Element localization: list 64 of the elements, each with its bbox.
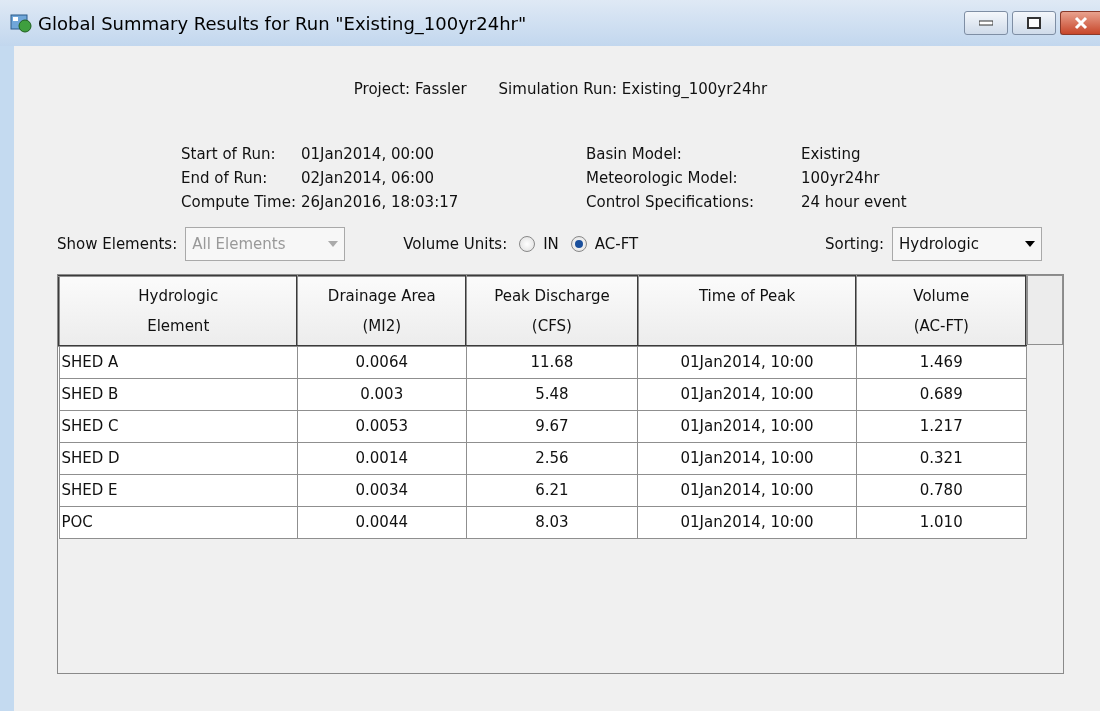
maximize-button[interactable] (1012, 11, 1056, 35)
table-cell: 01Jan2014, 10:00 (637, 506, 857, 538)
field-value: 100yr24hr (801, 168, 881, 189)
table-cell: 5.48 (466, 378, 638, 410)
table-cell: 01Jan2014, 10:00 (637, 474, 857, 506)
column-header[interactable]: Hydrologic Element (59, 276, 298, 346)
table-cell: 0.321 (856, 442, 1027, 474)
column-header[interactable]: Peak Discharge (CFS) (466, 276, 638, 346)
table-cell: 1.010 (856, 506, 1027, 538)
caret-icon (1025, 241, 1035, 247)
table-cell: SHED C (59, 410, 298, 442)
table-cell: 9.67 (466, 410, 638, 442)
field-label: Control Specifications: (586, 192, 756, 213)
header-field: Project: Fassler (353, 78, 467, 114)
table-cell: 0.0053 (297, 410, 467, 442)
field-value: 26Jan2016, 18:03:17 (301, 192, 460, 213)
app-icon (10, 13, 32, 33)
table-cell: 0.0044 (297, 506, 467, 538)
close-button[interactable] (1060, 11, 1100, 35)
caret-icon (328, 241, 339, 247)
table-cell: 1.469 (856, 346, 1027, 378)
table-cell: 1.217 (856, 410, 1027, 442)
table-cell: 0.0014 (297, 442, 467, 474)
table-cell: 0.0064 (297, 346, 467, 378)
column-header[interactable]: Drainage Area (MI2) (297, 276, 467, 346)
field-label: Basin Model: (586, 144, 683, 165)
field-label: Sorting: (825, 233, 884, 255)
minimize-icon (979, 20, 993, 26)
field-label: Compute Time: (181, 192, 297, 213)
table-cell: POC (59, 506, 298, 538)
column-header[interactable]: Time of Peak (637, 276, 857, 346)
table-cell: SHED E (59, 474, 298, 506)
field-value: 02Jan2014, 06:00 (301, 168, 436, 189)
table-cell: 6.21 (466, 474, 638, 506)
table-cell: 0.003 (297, 378, 467, 410)
table-cell: 01Jan2014, 10:00 (637, 378, 857, 410)
column-header[interactable]: Volume (AC-FT) (856, 276, 1027, 346)
table-cell: SHED D (59, 442, 298, 474)
close-icon (1073, 16, 1088, 30)
header-field: Simulation Run: Existing_100yr24hr (498, 78, 768, 114)
field-label: Meteorologic Model: (586, 168, 739, 189)
table-cell: 01Jan2014, 10:00 (637, 442, 857, 474)
field-label: End of Run: (181, 168, 269, 189)
field-label: Volume Units: (403, 233, 508, 255)
field-label: Show Elements: (57, 233, 178, 255)
table-cell: SHED B (59, 378, 298, 410)
table-cell: 11.68 (466, 346, 638, 378)
window-title: Global Summary Results for Run "Existing_100yr24hr" (38, 11, 528, 37)
field-value: Existing (801, 144, 862, 165)
table-cell: SHED A (59, 346, 298, 378)
field-value: 24 hour event (801, 192, 908, 213)
field-value: 01Jan2014, 00:00 (301, 144, 436, 165)
maximize-icon (1027, 17, 1041, 29)
table-cell: 0.0034 (297, 474, 467, 506)
table-cell: 2.56 (466, 442, 638, 474)
radio-option[interactable]: IN (519, 232, 559, 256)
table-cell: 8.03 (466, 506, 638, 538)
table-cell: 0.689 (856, 378, 1027, 410)
field-label: Start of Run: (181, 144, 277, 165)
table-cell: 01Jan2014, 10:00 (637, 346, 857, 378)
table-cell: 0.780 (856, 474, 1027, 506)
sorting-dropdown[interactable]: Hydrologic (892, 227, 1042, 261)
table-cell: 01Jan2014, 10:00 (637, 410, 857, 442)
radio-option[interactable]: AC-FT (570, 232, 639, 256)
